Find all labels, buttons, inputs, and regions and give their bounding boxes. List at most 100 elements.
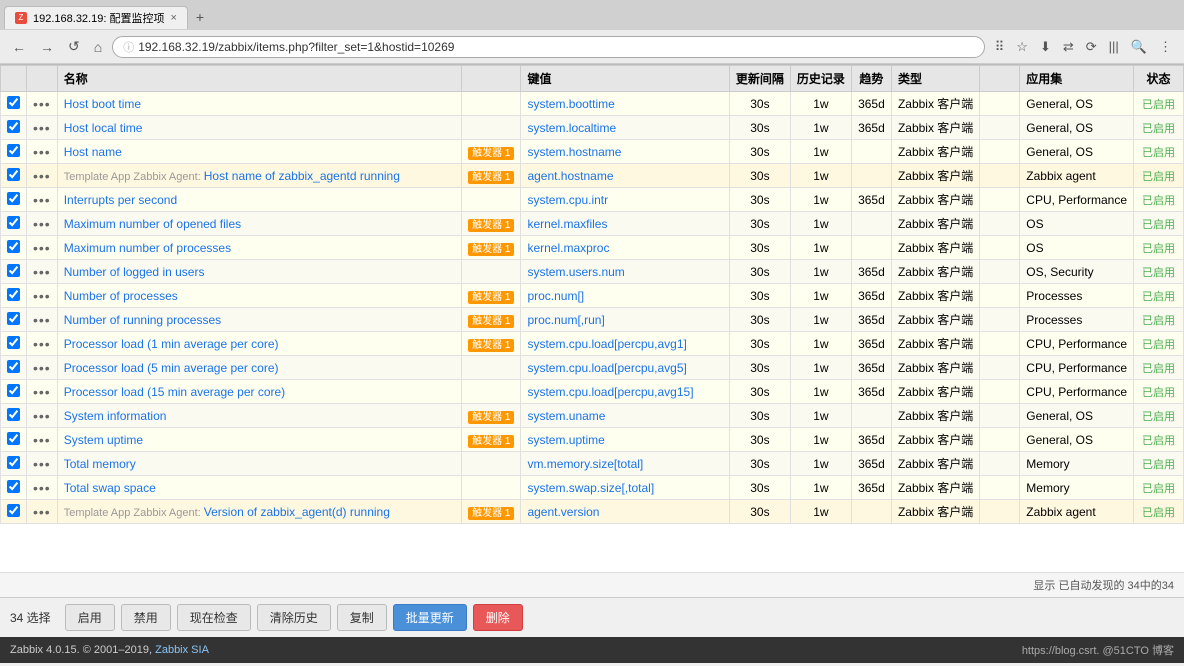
enable-button[interactable]: 启用 <box>65 604 115 631</box>
home-button[interactable]: ⌂ <box>90 37 106 57</box>
row-dots-icon[interactable]: ••• <box>33 96 51 112</box>
url-bar[interactable]: ⓘ 192.168.32.19/zabbix/items.php?filter_… <box>112 36 985 58</box>
row-dots-icon[interactable]: ••• <box>33 408 51 424</box>
row-checkbox[interactable] <box>7 312 20 325</box>
status-badge[interactable]: 已启用 <box>1142 387 1175 399</box>
item-key-link[interactable]: system.uptime <box>527 433 604 447</box>
row-checkbox[interactable] <box>7 96 20 109</box>
item-key-link[interactable]: system.localtime <box>527 121 616 135</box>
disable-button[interactable]: 禁用 <box>121 604 171 631</box>
sync-button[interactable]: ⇄ <box>1059 37 1078 57</box>
item-name-link[interactable]: Host name of zabbix_agentd running <box>204 169 400 183</box>
row-checkbox[interactable] <box>7 264 20 277</box>
row-dots-icon[interactable]: ••• <box>33 288 51 304</box>
row-checkbox[interactable] <box>7 288 20 301</box>
bookmarks-manager-button[interactable]: ||| <box>1105 37 1123 56</box>
item-name-link[interactable]: Maximum number of processes <box>64 241 231 255</box>
item-key-link[interactable]: system.hostname <box>527 145 621 159</box>
copy-button[interactable]: 复制 <box>337 604 387 631</box>
row-checkbox[interactable] <box>7 168 20 181</box>
row-checkbox[interactable] <box>7 480 20 493</box>
item-key-link[interactable]: system.cpu.intr <box>527 193 608 207</box>
item-name-link[interactable]: Host local time <box>64 121 143 135</box>
item-key-link[interactable]: system.swap.size[,total] <box>527 481 654 495</box>
delete-button[interactable]: 删除 <box>473 604 523 631</box>
item-name-link[interactable]: System information <box>64 409 167 423</box>
status-badge[interactable]: 已启用 <box>1142 411 1175 423</box>
row-checkbox[interactable] <box>7 192 20 205</box>
row-checkbox[interactable] <box>7 240 20 253</box>
row-checkbox[interactable] <box>7 456 20 469</box>
item-key-link[interactable]: kernel.maxfiles <box>527 217 607 231</box>
row-dots-icon[interactable]: ••• <box>33 312 51 328</box>
row-dots-icon[interactable]: ••• <box>33 504 51 520</box>
item-name-link[interactable]: Processor load (1 min average per core) <box>64 337 279 351</box>
zabbix-link[interactable]: Zabbix SIA <box>155 644 209 656</box>
row-dots-icon[interactable]: ••• <box>33 264 51 280</box>
item-key-link[interactable]: system.boottime <box>527 97 614 111</box>
status-badge[interactable]: 已启用 <box>1142 243 1175 255</box>
row-dots-icon[interactable]: ••• <box>33 168 51 184</box>
status-badge[interactable]: 已启用 <box>1142 291 1175 303</box>
row-dots-icon[interactable]: ••• <box>33 120 51 136</box>
trigger-badge[interactable]: 触发器 1 <box>468 315 514 328</box>
item-name-link[interactable]: Host boot time <box>64 97 141 111</box>
trigger-badge[interactable]: 触发器 1 <box>468 291 514 304</box>
row-checkbox[interactable] <box>7 384 20 397</box>
download-button[interactable]: ⬇ <box>1036 37 1055 57</box>
row-dots-icon[interactable]: ••• <box>33 480 51 496</box>
item-key-link[interactable]: system.cpu.load[percpu,avg15] <box>527 385 693 399</box>
trigger-badge[interactable]: 触发器 1 <box>468 171 514 184</box>
item-key-link[interactable]: agent.version <box>527 505 599 519</box>
status-badge[interactable]: 已启用 <box>1142 363 1175 375</box>
status-badge[interactable]: 已启用 <box>1142 315 1175 327</box>
batch-update-button[interactable]: 批量更新 <box>393 604 467 631</box>
extensions-button[interactable]: ⠿ <box>991 37 1009 57</box>
row-checkbox[interactable] <box>7 360 20 373</box>
item-key-link[interactable]: proc.num[,run] <box>527 313 604 327</box>
tab-close-button[interactable]: × <box>170 12 176 24</box>
status-badge[interactable]: 已启用 <box>1142 507 1175 519</box>
row-checkbox[interactable] <box>7 408 20 421</box>
item-key-link[interactable]: kernel.maxproc <box>527 241 609 255</box>
trigger-badge[interactable]: 触发器 1 <box>468 339 514 352</box>
row-checkbox[interactable] <box>7 120 20 133</box>
status-badge[interactable]: 已启用 <box>1142 171 1175 183</box>
row-dots-icon[interactable]: ••• <box>33 360 51 376</box>
item-name-link[interactable]: Number of running processes <box>64 313 221 327</box>
item-name-link[interactable]: Number of logged in users <box>64 265 205 279</box>
trigger-badge[interactable]: 触发器 1 <box>468 507 514 520</box>
item-name-link[interactable]: Processor load (5 min average per core) <box>64 361 279 375</box>
row-dots-icon[interactable]: ••• <box>33 432 51 448</box>
new-tab-button[interactable]: + <box>188 6 212 28</box>
row-checkbox[interactable] <box>7 144 20 157</box>
row-dots-icon[interactable]: ••• <box>33 384 51 400</box>
history-button[interactable]: ⟳ <box>1082 37 1101 57</box>
row-checkbox[interactable] <box>7 336 20 349</box>
status-badge[interactable]: 已启用 <box>1142 339 1175 351</box>
row-dots-icon[interactable]: ••• <box>33 336 51 352</box>
item-key-link[interactable]: system.uname <box>527 409 605 423</box>
search-button[interactable]: 🔍 <box>1127 37 1151 57</box>
item-name-link[interactable]: Maximum number of opened files <box>64 217 241 231</box>
item-name-link[interactable]: Interrupts per second <box>64 193 177 207</box>
status-badge[interactable]: 已启用 <box>1142 483 1175 495</box>
clear-history-button[interactable]: 清除历史 <box>257 604 331 631</box>
items-table-container[interactable]: 名称 键值 更新间隔 历史记录 趋势 类型 应用集 状态 •••Host boo… <box>0 65 1184 572</box>
status-badge[interactable]: 已启用 <box>1142 99 1175 111</box>
row-dots-icon[interactable]: ••• <box>33 240 51 256</box>
status-badge[interactable]: 已启用 <box>1142 435 1175 447</box>
item-name-link[interactable]: Version of zabbix_agent(d) running <box>204 505 390 519</box>
item-key-link[interactable]: agent.hostname <box>527 169 613 183</box>
row-dots-icon[interactable]: ••• <box>33 216 51 232</box>
item-key-link[interactable]: system.users.num <box>527 265 624 279</box>
row-checkbox[interactable] <box>7 432 20 445</box>
refresh-button[interactable]: ↺ <box>64 36 84 57</box>
trigger-badge[interactable]: 触发器 1 <box>468 243 514 256</box>
trigger-badge[interactable]: 触发器 1 <box>468 411 514 424</box>
status-badge[interactable]: 已启用 <box>1142 195 1175 207</box>
row-dots-icon[interactable]: ••• <box>33 456 51 472</box>
row-checkbox[interactable] <box>7 216 20 229</box>
status-badge[interactable]: 已启用 <box>1142 219 1175 231</box>
item-key-link[interactable]: proc.num[] <box>527 289 584 303</box>
